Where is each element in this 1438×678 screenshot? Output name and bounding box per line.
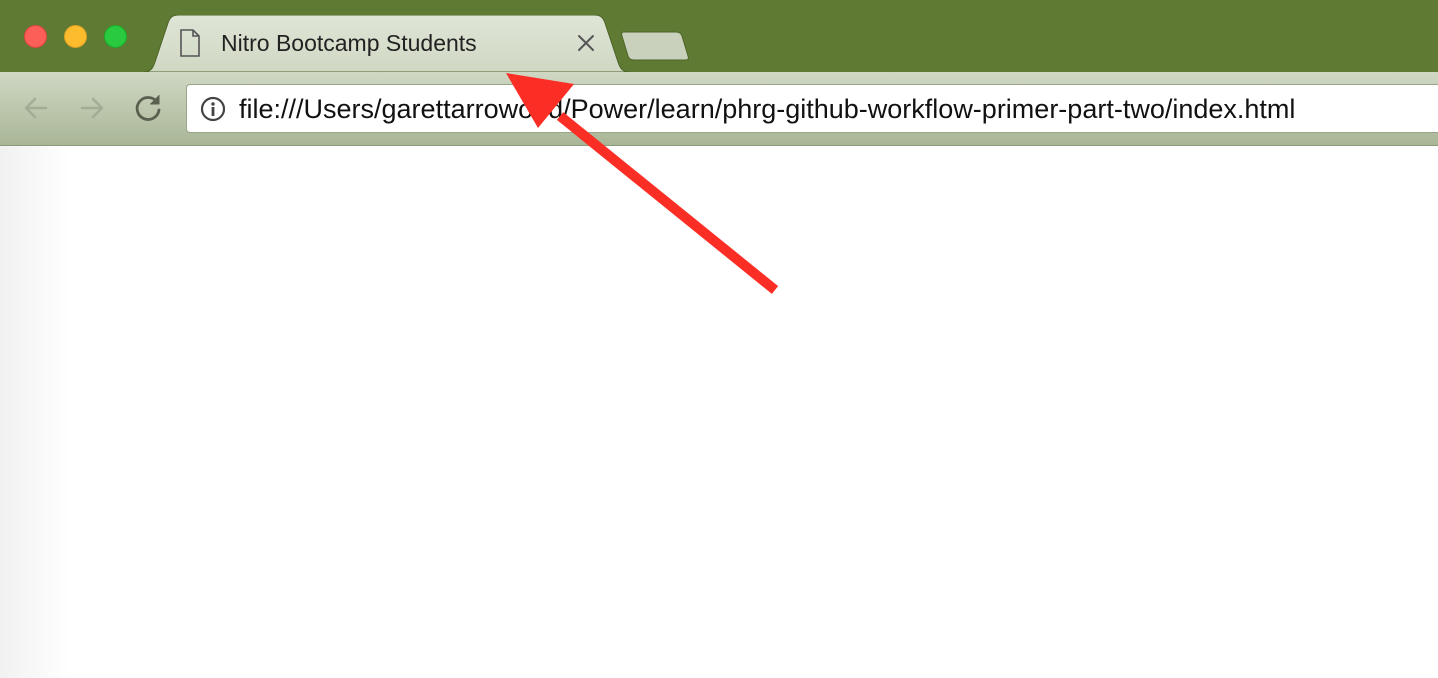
page-content: [0, 146, 1438, 678]
close-tab-icon[interactable]: [575, 32, 597, 54]
back-button[interactable]: [18, 90, 54, 126]
arrow-left-icon: [24, 97, 48, 119]
content-edge-shadow: [0, 146, 70, 678]
url-text[interactable]: file:///Users/garettarrowood/Power/learn…: [239, 94, 1295, 124]
arrow-right-icon: [80, 97, 104, 119]
minimize-window-button[interactable]: [64, 25, 87, 48]
reload-icon: [135, 95, 161, 121]
tab-active[interactable]: Nitro Bootcamp Students: [143, 15, 630, 72]
tab-title: Nitro Bootcamp Students: [221, 30, 477, 56]
forward-button[interactable]: [74, 90, 110, 126]
address-bar[interactable]: file:///Users/garettarrowood/Power/learn…: [186, 84, 1438, 133]
toolbar: file:///Users/garettarrowood/Power/learn…: [0, 72, 1438, 146]
browser-window: Nitro Bootcamp Students file:///Users/ga…: [0, 0, 1438, 678]
tab-strip: Nitro Bootcamp Students: [0, 0, 1438, 72]
maximize-window-button[interactable]: [104, 25, 127, 48]
close-window-button[interactable]: [24, 25, 47, 48]
reload-button[interactable]: [130, 90, 166, 126]
info-icon[interactable]: [200, 96, 226, 122]
new-tab-button[interactable]: [620, 30, 690, 62]
document-icon: [179, 29, 201, 57]
